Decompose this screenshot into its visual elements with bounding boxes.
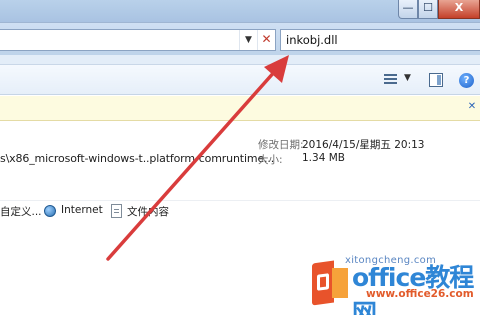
document-icon: [111, 204, 122, 218]
search-info-bar: ✕: [0, 96, 480, 121]
close-icon: ✕: [261, 32, 272, 46]
search-input[interactable]: [286, 32, 476, 48]
file-contents-search-link[interactable]: 文件内容: [127, 204, 169, 219]
office-logo-icon: [312, 260, 348, 306]
size-label: 大小:: [258, 154, 283, 166]
view-dropdown-button[interactable]: ▼: [404, 73, 411, 83]
file-path: s\x86_microsoft-windows-t..platform-comr…: [0, 152, 275, 165]
modified-date-label: 修改日期:: [258, 139, 304, 151]
view-icon[interactable]: [384, 74, 397, 86]
watermark-brand: office教程网: [352, 263, 474, 315]
address-dropdown-button[interactable]: ▼: [239, 30, 257, 50]
watermark-subsite: xitongcheng.com: [345, 255, 437, 266]
command-bar: ▼ ?: [0, 65, 480, 95]
internet-search-link[interactable]: Internet: [61, 204, 103, 216]
help-icon[interactable]: ?: [459, 73, 474, 88]
maximize-button[interactable]: ☐: [418, 0, 438, 19]
address-bar[interactable]: ▼ ✕: [0, 29, 276, 51]
modified-date-value: 2016/4/15/星期五 20:13: [302, 139, 425, 151]
stop-search-button[interactable]: ✕: [257, 30, 275, 50]
infobar-close-icon[interactable]: ✕: [466, 101, 478, 113]
preview-pane-icon[interactable]: [429, 73, 443, 87]
title-bar: — ☐ X: [0, 0, 480, 23]
menu-bar-strip: [0, 55, 480, 65]
globe-icon: [44, 205, 56, 217]
size-value: 1.34 MB: [302, 152, 345, 164]
watermark-site: www.office26.com: [366, 288, 474, 300]
close-window-button[interactable]: X: [438, 0, 480, 19]
search-box[interactable]: [280, 29, 480, 51]
minimize-button[interactable]: —: [398, 0, 418, 19]
custom-search-link[interactable]: 自定义...: [0, 204, 42, 219]
search-result-item[interactable]: s\x86_microsoft-windows-t..platform-comr…: [0, 121, 480, 201]
address-row: ▼ ✕: [0, 23, 480, 55]
